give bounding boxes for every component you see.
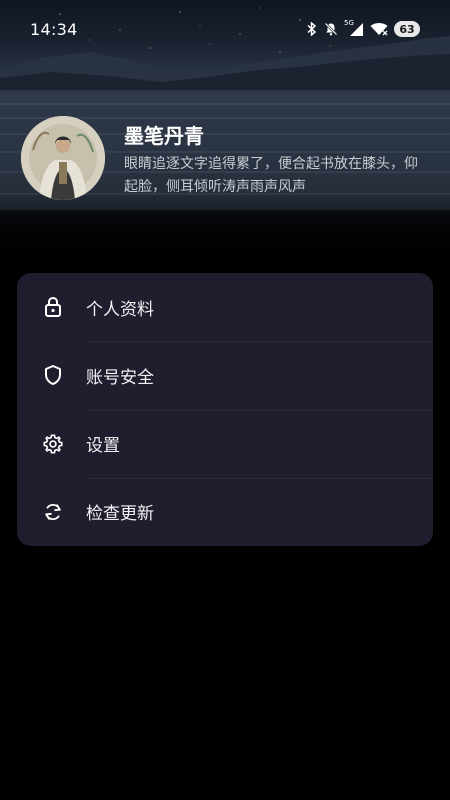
- status-icons: 5G 63: [306, 19, 420, 37]
- profile-bio: 眼睛追逐文字追得累了，便合起书放在膝头，仰起脸，侧耳倾听涛声雨声风声: [124, 156, 418, 195]
- wifi-icon: [370, 22, 388, 36]
- avatar-image: [21, 116, 105, 200]
- menu-item-label: 个人资料: [86, 299, 154, 320]
- gear-icon: [42, 433, 64, 455]
- profile-header[interactable]: 墨笔丹青 眼睛追逐文字追得累了，便合起书放在膝头，仰起脸，侧耳倾听涛声雨声风声: [21, 116, 431, 206]
- menu-item-label: 账号安全: [86, 367, 154, 388]
- shield-icon: [42, 364, 64, 386]
- avatar[interactable]: [21, 116, 105, 200]
- status-time: 14:34: [30, 19, 78, 39]
- lock-icon: [42, 296, 64, 318]
- menu-item-profile[interactable]: 个人资料: [17, 273, 433, 341]
- menu-item-account-security[interactable]: 账号安全: [17, 341, 433, 409]
- menu-item-settings[interactable]: 设置: [17, 409, 433, 478]
- menu-item-label: 设置: [86, 436, 120, 457]
- menu-card: 个人资料 账号安全 设置 检查更新: [17, 273, 433, 546]
- battery-indicator: 63: [394, 21, 420, 37]
- mute-bell-icon: [324, 22, 338, 36]
- menu-item-label: 检查更新: [86, 504, 154, 525]
- profile-name: 墨笔丹青: [124, 124, 204, 148]
- bluetooth-icon: [306, 22, 318, 36]
- menu-item-check-updates[interactable]: 检查更新: [17, 477, 433, 546]
- status-bar: 14:34 5G 63: [0, 0, 450, 58]
- cellular-signal-icon: 5G: [344, 19, 364, 36]
- refresh-icon: [42, 501, 64, 523]
